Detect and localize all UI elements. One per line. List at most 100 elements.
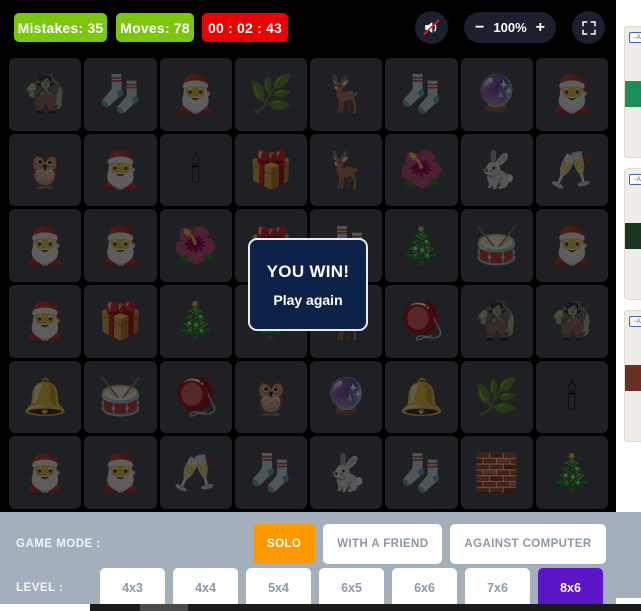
stocking-gifts-icon: 🧦 [398, 73, 444, 115]
sound-mute-button[interactable] [415, 11, 448, 44]
memory-card-elf[interactable]: 🧌 [9, 58, 82, 131]
snow-globe-icon: 🔮 [474, 73, 520, 115]
memory-card-stockings-garland-3[interactable]: 🧦 [234, 436, 307, 509]
memory-card-santa-sack[interactable]: 🎅 [535, 58, 608, 131]
memory-card-stocking-gifts-2[interactable]: 🧦 [385, 436, 458, 509]
memory-card-candles[interactable]: 🕯 [159, 133, 232, 207]
memory-card-spinning-top[interactable]: 🪀 [385, 284, 458, 358]
zoom-control[interactable]: − 100% + [464, 12, 556, 43]
memory-card-nutcracker[interactable]: 🥂 [535, 133, 608, 207]
memory-card-christmas-tree[interactable]: 🎄 [159, 284, 232, 358]
side-card-2[interactable]: −A [624, 168, 641, 300]
nutcracker-2-icon: 🥂 [173, 451, 219, 493]
gift-boxes-icon: 🎁 [248, 148, 294, 190]
memory-game-frame: Mistakes: 35 Moves: 78 00 : 02 : 43 − 10… [0, 0, 616, 611]
bottom-edge-mid [140, 604, 188, 611]
memory-card-ornament-2[interactable]: 🎄 [535, 436, 608, 509]
stockings-garland-3-icon: 🧦 [248, 451, 294, 493]
stocking-gifts-2-icon: 🧦 [398, 451, 444, 493]
elf-icon: 🧌 [22, 73, 68, 115]
memory-card-bunny[interactable]: 🐇 [460, 133, 533, 207]
memory-card-gift-boxes-2[interactable]: 🎁 [84, 284, 157, 358]
santa-sack-icon: 🎅 [549, 73, 595, 115]
memory-card-candles-2[interactable]: 🕯 [535, 360, 608, 434]
side-card-thumbnail-3 [625, 365, 641, 391]
memory-card-spinning-top-2[interactable]: 🪀 [159, 360, 232, 434]
level-button-5x4[interactable]: 5x4 [246, 568, 311, 608]
mode-button-solo[interactable]: SOLO [253, 524, 316, 564]
memory-card-bells[interactable]: 🔔 [9, 360, 82, 434]
spinning-top-icon: 🪀 [398, 300, 444, 342]
memory-card-drum[interactable]: 🥁 [460, 209, 533, 282]
memory-card-snow-globe[interactable]: 🔮 [460, 58, 533, 131]
memory-card-holly-bells-2[interactable]: 🌺 [159, 209, 232, 282]
memory-card-stockings-garland[interactable]: 🧦 [84, 58, 157, 131]
level-button-6x6[interactable]: 6x6 [392, 568, 457, 608]
zoom-in-button[interactable]: + [536, 19, 545, 36]
memory-card-santa-bell[interactable]: 🎅 [159, 58, 232, 131]
side-card-badge-1: −A [629, 32, 641, 43]
candles-2-icon: 🕯 [566, 375, 577, 417]
owl-2-icon: 🦉 [248, 375, 294, 417]
holly-bells-2-icon: 🌺 [173, 224, 219, 266]
memory-card-drum-2[interactable]: 🥁 [84, 360, 157, 434]
memory-card-santa-gift-bag-2[interactable]: 🎅 [84, 209, 157, 282]
reindeer-icon: 🦌 [323, 148, 369, 190]
memory-card-santa-gift-bag[interactable]: 🎅 [9, 209, 82, 282]
level-row: LEVEL : 4x3 4x4 5x4 6x5 6x6 7x6 8x6 [0, 568, 616, 608]
santa-reindeer-icon: 🦌 [323, 73, 369, 115]
play-again-button[interactable]: Play again [273, 292, 342, 308]
memory-card-santa-waving[interactable]: 🎅 [84, 133, 157, 207]
memory-card-reindeer[interactable]: 🦌 [310, 133, 383, 207]
app-root: Mistakes: 35 Moves: 78 00 : 02 : 43 − 10… [0, 0, 641, 611]
timer-badge: 00 : 02 : 43 [202, 13, 288, 42]
memory-card-santa-bell-2[interactable]: 🎅 [535, 209, 608, 282]
memory-card-santa-sack-2[interactable]: 🎅 [9, 436, 82, 509]
level-button-8x6[interactable]: 8x6 [538, 568, 603, 608]
mode-button-with-a-friend[interactable]: WITH A FRIEND [323, 524, 443, 564]
memory-card-nutcracker-2[interactable]: 🥂 [159, 436, 232, 509]
level-label: LEVEL : [16, 582, 64, 594]
memory-card-toy-blocks[interactable]: 🧱 [460, 436, 533, 509]
memory-card-santa-reindeer[interactable]: 🦌 [310, 58, 383, 131]
memory-card-mistletoe[interactable]: 🌿 [234, 58, 307, 131]
holly-bells-icon: 🌺 [398, 148, 444, 190]
santa-bell-icon: 🎅 [173, 73, 219, 115]
memory-card-bunny-2[interactable]: 🐇 [310, 436, 383, 509]
memory-card-gift-boxes[interactable]: 🎁 [234, 133, 307, 207]
fullscreen-button[interactable] [572, 11, 605, 44]
side-card-1[interactable]: −A [624, 26, 641, 158]
zoom-out-button[interactable]: − [475, 19, 484, 36]
memory-card-owl-2[interactable]: 🦉 [234, 360, 307, 434]
snow-globe-2-icon: 🔮 [323, 375, 369, 417]
memory-card-bells-2[interactable]: 🔔 [385, 360, 458, 434]
santa-waving-2-icon: 🎅 [97, 451, 143, 493]
drum-icon: 🥁 [474, 224, 520, 266]
memory-card-elf-2[interactable]: 🧌 [460, 284, 533, 358]
memory-card-santa-waving-2[interactable]: 🎅 [84, 436, 157, 509]
toy-blocks-icon: 🧱 [474, 451, 520, 493]
level-button-7x6[interactable]: 7x6 [465, 568, 530, 608]
fullscreen-icon [581, 20, 596, 35]
santa-gift-bag-icon: 🎅 [22, 224, 68, 266]
win-modal: YOU WIN! Play again [248, 238, 368, 331]
santa-list-icon: 🎅 [22, 300, 68, 342]
memory-card-santa-list[interactable]: 🎅 [9, 284, 82, 358]
mode-button-against-computer[interactable]: AGAINST COMPUTER [450, 524, 606, 564]
elf-2-icon: 🧌 [474, 300, 520, 342]
mistletoe-2-icon: 🌿 [474, 375, 520, 417]
level-button-4x3[interactable]: 4x3 [100, 568, 165, 608]
memory-card-ornament[interactable]: 🎄 [385, 209, 458, 282]
mistakes-badge: Mistakes: 35 [14, 13, 107, 42]
level-button-4x4[interactable]: 4x4 [173, 568, 238, 608]
memory-card-snow-globe-2[interactable]: 🔮 [310, 360, 383, 434]
memory-card-mistletoe-2[interactable]: 🌿 [460, 360, 533, 434]
memory-card-owl[interactable]: 🦉 [9, 133, 82, 207]
side-card-3[interactable]: −A [624, 310, 641, 442]
game-controls-panel: GAME MODE : SOLO WITH A FRIEND AGAINST COM… [0, 512, 616, 611]
memory-card-elf-3[interactable]: 🧌 [535, 284, 608, 358]
christmas-tree-icon: 🎄 [173, 300, 219, 342]
memory-card-holly-bells[interactable]: 🌺 [385, 133, 458, 207]
level-button-6x5[interactable]: 6x5 [319, 568, 384, 608]
memory-card-stocking-gifts[interactable]: 🧦 [385, 58, 458, 131]
